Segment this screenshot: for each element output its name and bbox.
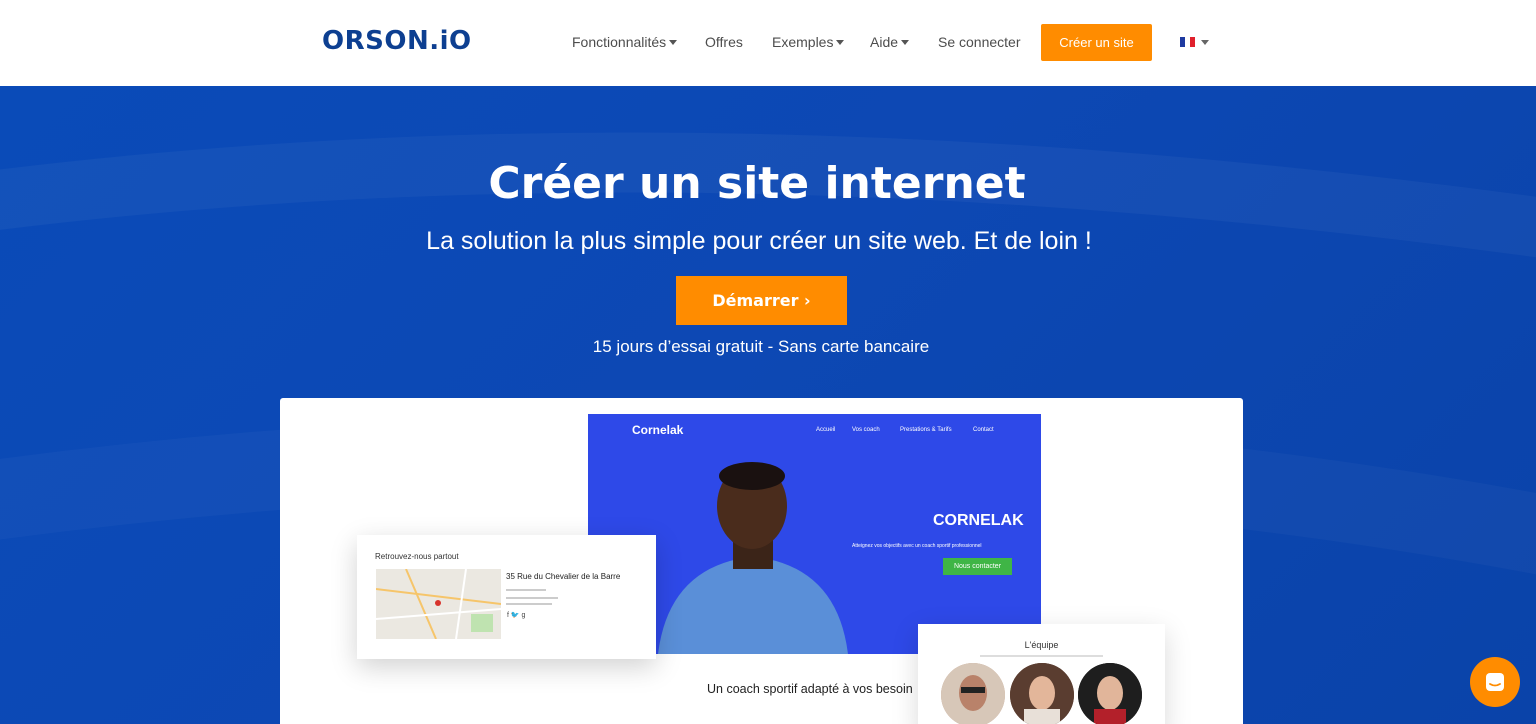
- fr-flag-icon[interactable]: [1180, 37, 1195, 47]
- hero-subtitle: La solution la plus simple pour créer un…: [426, 227, 1092, 255]
- chat-widget-button[interactable]: [1470, 657, 1520, 707]
- social-icons: f 🐦 g: [507, 612, 526, 619]
- phone-line-placeholder: [506, 597, 558, 599]
- nav-examples-label: Exemples: [772, 34, 834, 50]
- chevron-down-icon: [669, 40, 678, 45]
- nav-examples[interactable]: Exemples: [772, 34, 845, 50]
- team-avatar: [941, 663, 1005, 724]
- preview-caption: Un coach sportif adapté à vos besoin: [707, 682, 913, 696]
- hero-title: Créer un site internet: [488, 158, 1026, 209]
- map-image: [376, 569, 501, 639]
- map-card: Retrouvez-nous partout 35 Rue du Chevali…: [357, 535, 656, 659]
- trial-note: 15 jours d’essai gratuit - Sans carte ba…: [592, 337, 930, 356]
- nav-help[interactable]: Aide: [870, 34, 910, 50]
- preview-contact-button: Nous contacter: [943, 558, 1012, 575]
- start-button[interactable]: Démarrer ›: [676, 276, 847, 325]
- email-line-placeholder: [506, 603, 552, 605]
- chevron-down-icon: [836, 40, 845, 45]
- team-avatar: [1078, 663, 1142, 724]
- orson-logo[interactable]: ORSON.iO: [322, 26, 472, 56]
- map-address: 35 Rue du Chevalier de la Barre: [506, 572, 621, 581]
- preview-nav-item: Prestations & Tarifs: [900, 427, 952, 433]
- preview-nav-item: Vos coach: [852, 427, 880, 433]
- address-line-placeholder: [506, 589, 546, 591]
- team-title: L'équipe: [1024, 640, 1059, 650]
- team-subtitle-placeholder: [980, 655, 1103, 657]
- team-avatar: [1010, 663, 1074, 724]
- nav-features-label: Fonctionnalités: [572, 34, 667, 50]
- nav-help-label: Aide: [870, 34, 899, 50]
- language-chevron-icon[interactable]: [1201, 40, 1209, 45]
- preview-nav-item: Contact: [973, 427, 994, 433]
- nav-features[interactable]: Fonctionnalités: [572, 34, 678, 50]
- team-card: L'équipe: [918, 624, 1165, 724]
- preview-tagline: Atteignez vos objectifs avec un coach sp…: [852, 543, 982, 549]
- preview-nav-item: Accueil: [816, 427, 836, 433]
- map-card-title: Retrouvez-nous partout: [375, 552, 459, 561]
- preview-brand: CORNELAK: [933, 512, 1024, 529]
- create-site-button[interactable]: Créer un site: [1041, 24, 1152, 61]
- top-header: ORSON.iO Fonctionnalités Offres Exemples…: [0, 0, 1536, 86]
- nav-login[interactable]: Se connecter: [938, 34, 1021, 50]
- coach-photo: [658, 462, 848, 654]
- nav-offers[interactable]: Offres: [705, 34, 743, 50]
- chevron-down-icon: [901, 40, 910, 45]
- chat-bubble-icon: [1486, 673, 1504, 691]
- preview-logo: Cornelak: [632, 423, 684, 437]
